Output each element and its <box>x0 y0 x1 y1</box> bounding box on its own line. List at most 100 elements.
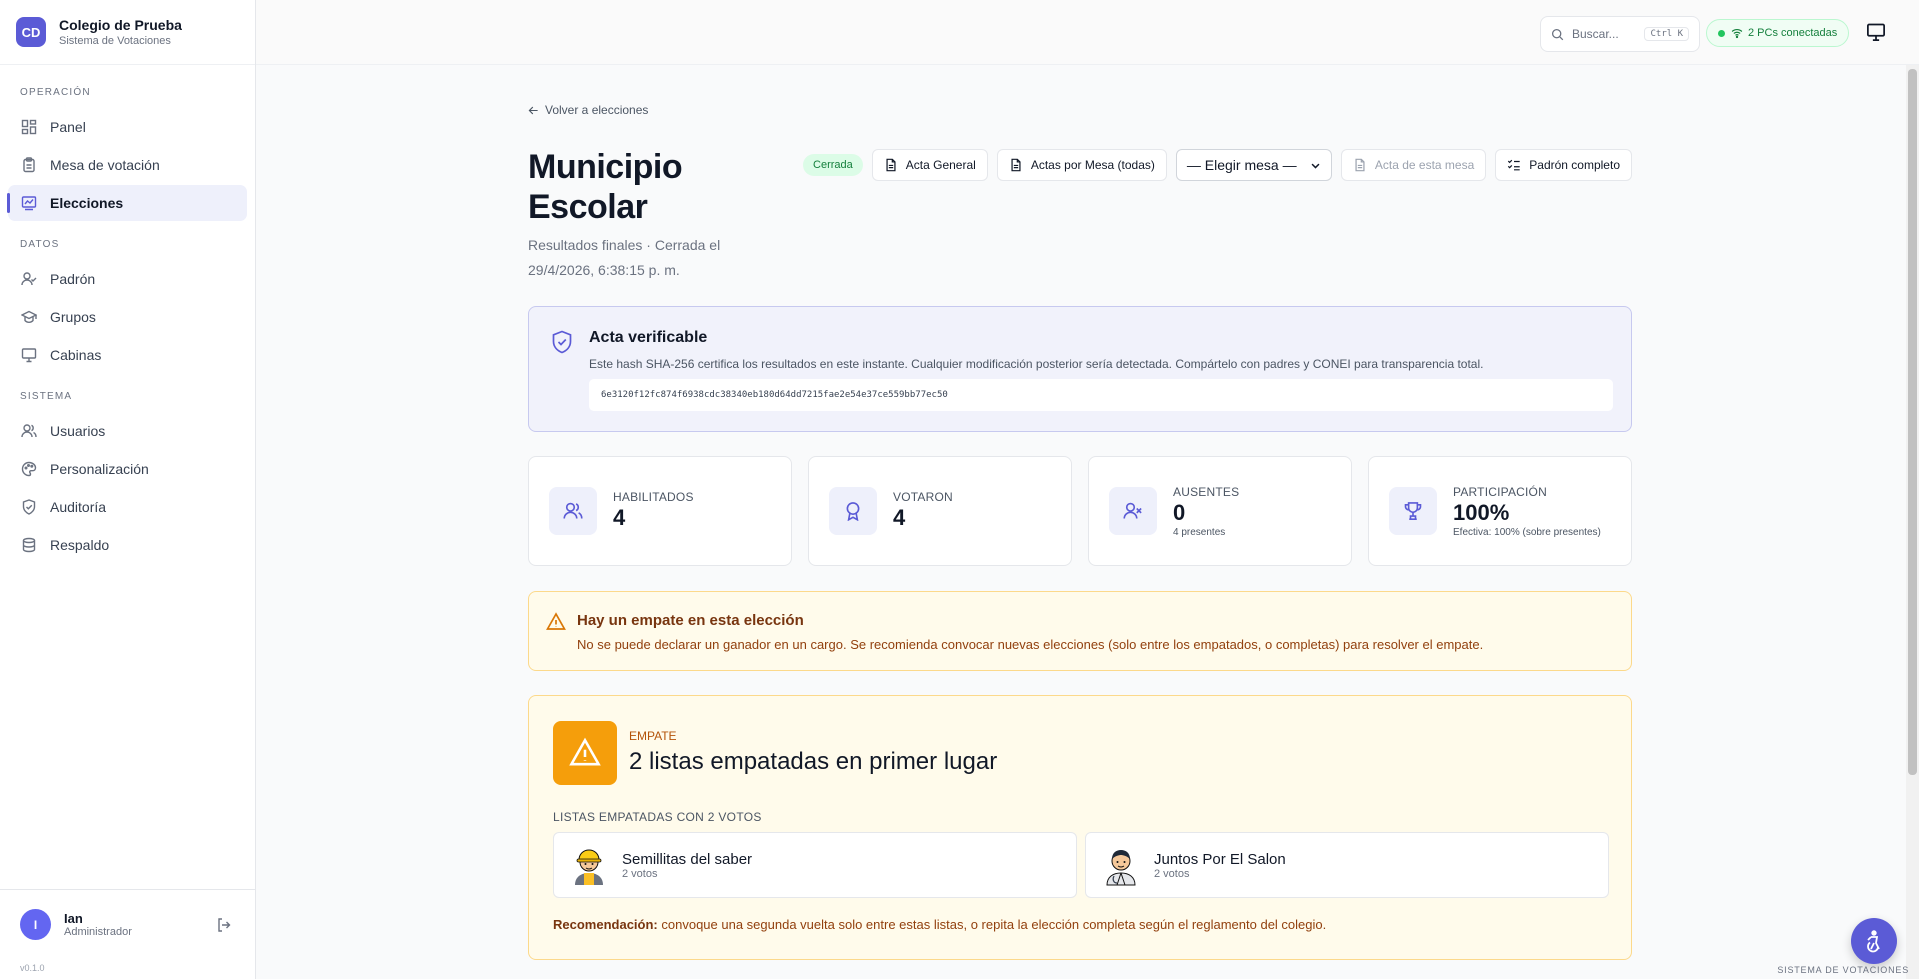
stats-row: HABILITADOS 4 VOTARON 4 AUSENTES 0 4 pre… <box>528 456 1632 566</box>
stat-value: 100% <box>1453 499 1510 525</box>
chevron-down-icon <box>1310 160 1321 171</box>
sidebar-item-label: Cabinas <box>50 347 102 363</box>
list-item[interactable]: Semillitas del saber 2 votos <box>553 832 1077 898</box>
sidebar-item-label: Elecciones <box>50 195 124 211</box>
stat-label: VOTARON <box>893 490 953 504</box>
sidebar-item-label: Mesa de votación <box>50 157 160 173</box>
acta-verificable-description: Este hash SHA-256 certifica los resultad… <box>589 357 1484 371</box>
button-label: Actas por Mesa (todas) <box>1030 158 1155 172</box>
sidebar-item-label: Auditoría <box>50 499 107 515</box>
award-icon <box>829 487 877 535</box>
stat-value: 4 <box>893 505 906 530</box>
nav-section-operacion: OPERACIÓN <box>20 87 91 98</box>
padron-completo-button[interactable]: Padrón completo <box>1495 149 1632 181</box>
sidebar-item-label: Respaldo <box>50 537 110 553</box>
pcs-status-text: 2 PCs conectadas <box>1748 27 1838 39</box>
mesa-select[interactable]: — Elegir mesa — <box>1175 149 1332 181</box>
users-icon <box>20 422 38 440</box>
sidebar-item-grupos[interactable]: Grupos <box>8 299 247 335</box>
shield-check-icon <box>20 498 38 516</box>
stat-card-ausentes: AUSENTES 0 4 presentes <box>1088 456 1352 566</box>
user-check-icon <box>20 270 38 288</box>
tie-warning-title: Hay un empate en esta elección <box>577 612 804 629</box>
accessibility-icon <box>1862 929 1886 953</box>
sidebar-item-personalizacion[interactable]: Personalización <box>8 451 247 487</box>
trophy-icon <box>1389 487 1437 535</box>
footer-tag: SISTEMA DE VOTACIONES <box>1777 965 1909 975</box>
sidebar-item-label: Padrón <box>50 271 96 287</box>
sidebar-item-auditoria[interactable]: Auditoría <box>8 489 247 525</box>
logout-icon[interactable] <box>213 914 235 936</box>
list-name: Semillitas del saber <box>622 850 753 868</box>
list-name: Juntos Por El Salon <box>1154 850 1286 868</box>
stat-label: PARTICIPACIÓN <box>1453 484 1547 499</box>
page-scrollbar[interactable] <box>1906 65 1919 979</box>
back-link[interactable]: Volver a elecciones <box>528 103 648 117</box>
button-label: Acta General <box>905 158 976 172</box>
tied-lists: Semillitas del saber 2 votos Juntos Por … <box>553 832 1609 898</box>
recommendation-text: convoque una segunda vuelta solo entre e… <box>661 917 1327 932</box>
sidebar-item-label: Usuarios <box>50 423 106 439</box>
sidebar-item-label: Panel <box>50 119 86 135</box>
tie-label: EMPATE <box>629 729 677 743</box>
app-version: v0.1.0 <box>20 963 45 973</box>
sidebar-item-elecciones[interactable]: Elecciones <box>7 185 247 221</box>
list-item[interactable]: Juntos Por El Salon 2 votos <box>1085 832 1609 898</box>
brand[interactable]: CD Colegio de Prueba Sistema de Votacion… <box>0 0 255 65</box>
sidebar-item-label: Grupos <box>50 309 96 325</box>
sidebar-item-cabinas[interactable]: Cabinas <box>8 337 247 373</box>
stat-card-participacion: PARTICIPACIÓN 100% Efectiva: 100% (sobre… <box>1368 456 1632 566</box>
acta-general-button[interactable]: Acta General <box>871 149 988 181</box>
tie-warning-text: No se puede declarar un ganador en un ca… <box>577 637 1484 652</box>
user-role: Administrador <box>64 926 132 938</box>
stat-hint: Efectiva: 100% (sobre presentes) <box>1453 526 1601 538</box>
clipboard-icon <box>20 156 38 174</box>
graduation-cap-icon <box>20 308 38 326</box>
recommendation: Recomendación: convoque una segunda vuel… <box>553 917 1326 932</box>
acta-verificable-card: Acta verificable Este hash SHA-256 certi… <box>528 306 1632 432</box>
worker-avatar-icon <box>575 849 603 885</box>
alert-triangle-icon <box>553 721 617 785</box>
hash-value[interactable]: 6e3120f12fc874f6938cdc38340eb180d64dd721… <box>589 379 1613 411</box>
actas-por-mesa-button[interactable]: Actas por Mesa (todas) <box>996 149 1167 181</box>
mesa-select-value: — Elegir mesa — <box>1186 157 1297 173</box>
scrollbar-thumb[interactable] <box>1908 69 1917 775</box>
database-icon <box>20 536 38 554</box>
stat-card-habilitados: HABILITADOS 4 <box>528 456 792 566</box>
monitor-icon[interactable] <box>1866 22 1890 44</box>
stat-label: HABILITADOS <box>613 490 694 504</box>
file-icon <box>1009 158 1023 172</box>
alert-triangle-icon <box>546 612 566 632</box>
sidebar-item-respaldo[interactable]: Respaldo <box>8 527 247 563</box>
monitor-icon <box>20 346 38 364</box>
list-checks-icon <box>1507 158 1521 172</box>
recommendation-label: Recomendación: <box>553 917 658 932</box>
acta-mesa-button[interactable]: Acta de esta mesa <box>1340 149 1487 181</box>
sidebar-item-mesa[interactable]: Mesa de votación <box>8 147 247 183</box>
nav-section-datos: DATOS <box>20 239 60 250</box>
page-subtitle: Resultados finales · Cerrada el 29/4/202… <box>528 237 721 278</box>
user-name: Ian <box>64 911 83 926</box>
search-input[interactable]: Buscar... Ctrl K <box>1540 16 1700 52</box>
file-icon <box>884 158 898 172</box>
button-label: Acta de esta mesa <box>1374 158 1475 172</box>
stat-hint: 4 presentes <box>1173 526 1226 538</box>
sidebar-item-panel[interactable]: Panel <box>8 109 247 145</box>
shield-check-icon <box>551 330 573 354</box>
search-icon <box>1551 28 1564 41</box>
tie-warning-alert: Hay un empate en esta elección No se pue… <box>528 591 1632 671</box>
sidebar-item-usuarios[interactable]: Usuarios <box>8 413 247 449</box>
page-title: Municipio Escolar <box>528 148 683 226</box>
arrow-left-icon <box>528 105 539 116</box>
status-badge: Cerrada <box>803 154 863 176</box>
sidebar-item-padron[interactable]: Padrón <box>8 261 247 297</box>
dashboard-icon <box>20 118 38 136</box>
tie-result-card: EMPATE 2 listas empatadas en primer luga… <box>528 695 1632 960</box>
accessibility-button[interactable] <box>1851 918 1897 964</box>
list-votes: 2 votos <box>1154 867 1190 880</box>
pcs-status-badge[interactable]: 2 PCs conectadas <box>1706 19 1850 47</box>
nav-section-sistema: SISTEMA <box>20 391 73 402</box>
users-icon <box>549 487 597 535</box>
tie-title: 2 listas empatadas en primer lugar <box>629 748 998 775</box>
search-placeholder: Buscar... <box>1572 27 1619 41</box>
